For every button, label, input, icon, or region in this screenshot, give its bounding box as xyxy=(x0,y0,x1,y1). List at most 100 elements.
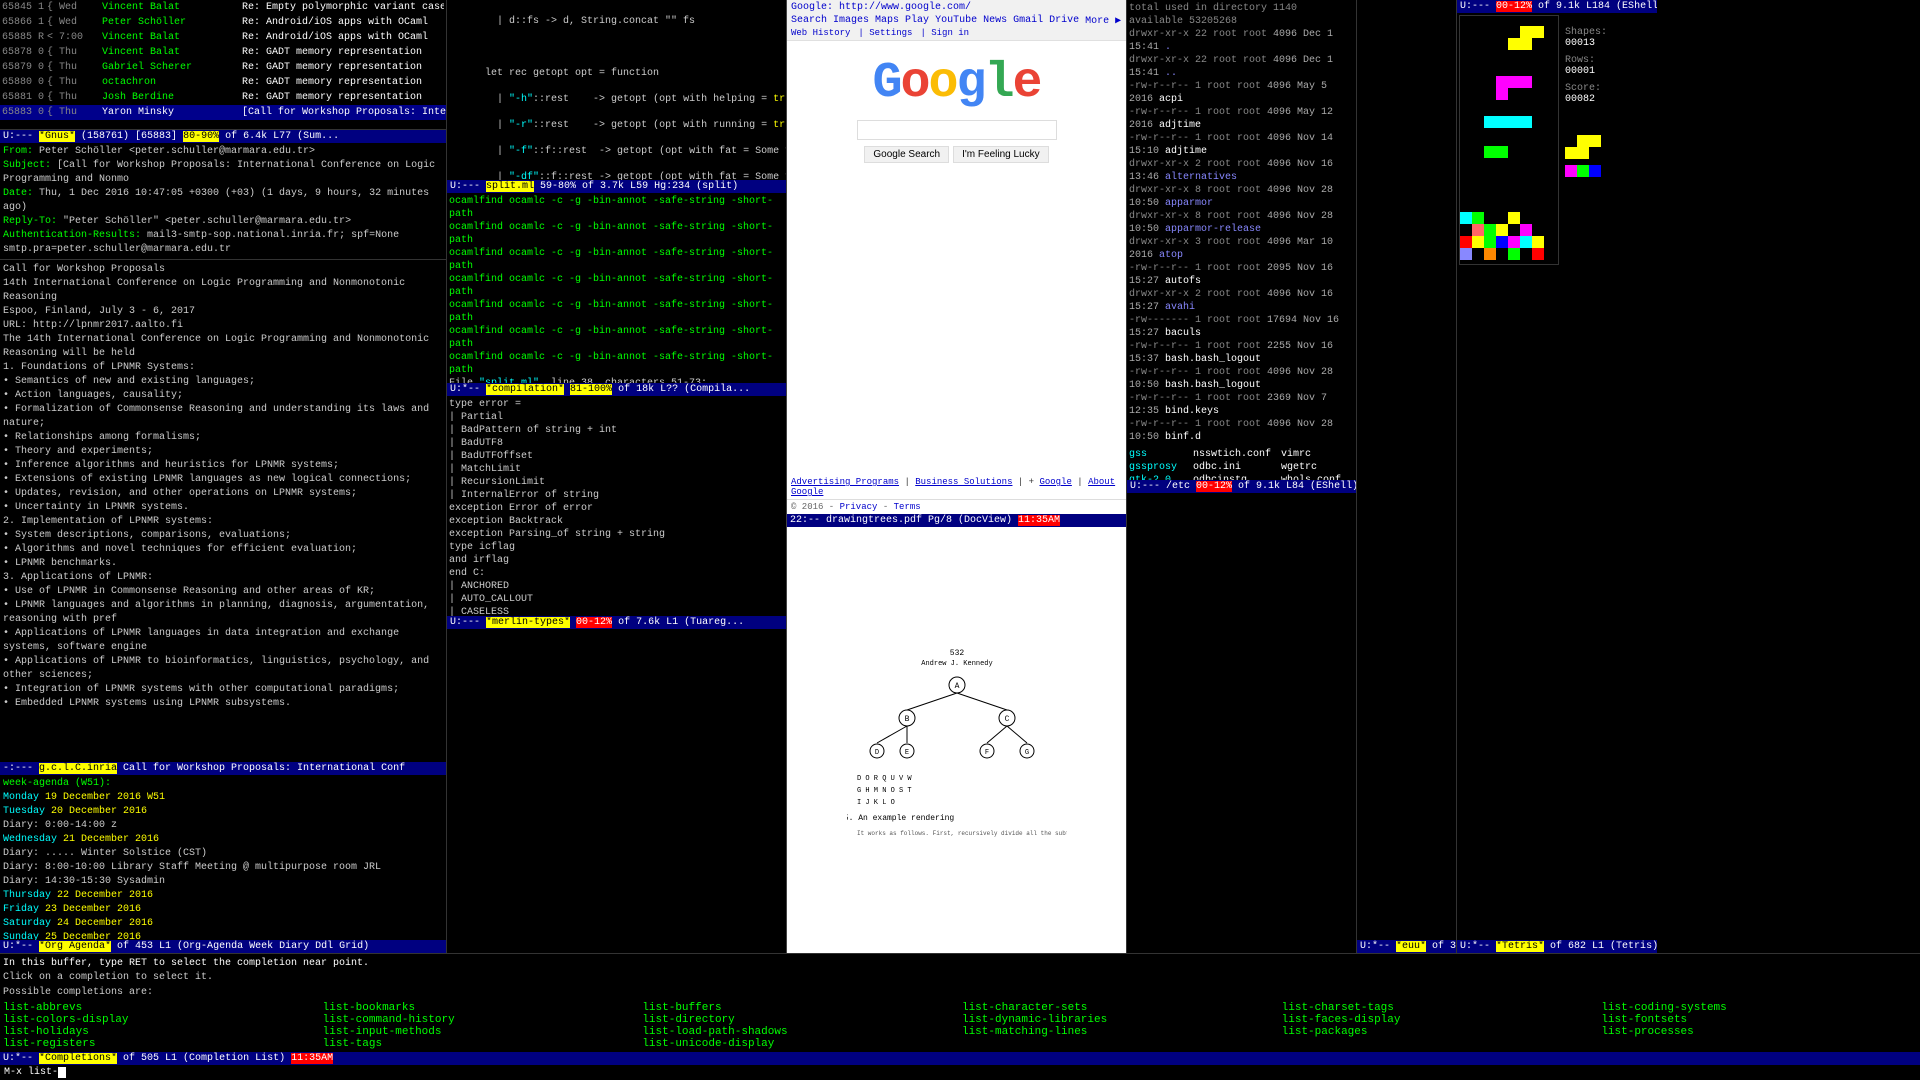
google-images-link[interactable]: Images xyxy=(833,15,869,27)
tetris-board xyxy=(1459,15,1559,265)
completion-item[interactable]: list-matching-lines xyxy=(962,1026,1278,1038)
euu-content xyxy=(1357,0,1456,940)
completion-click-hint: Click on a completion to select it. xyxy=(3,971,1917,985)
google-plus-link[interactable]: Google xyxy=(1039,477,1071,487)
completion-grid: list-abbrevs list-bookmarks list-buffers… xyxy=(0,1002,1920,1052)
completion-item[interactable]: list-input-methods xyxy=(323,1026,639,1038)
tetris-rows: 00001 xyxy=(1565,66,1637,77)
email-row[interactable]: 65881 0 { Thu Josh Berdine Re: GADT memo… xyxy=(0,90,446,105)
tetris-next-preview xyxy=(1565,115,1637,199)
google-settings-bar: Web History | Settings | Sign in xyxy=(791,27,1122,38)
google-maps-link[interactable]: Maps xyxy=(875,15,899,27)
email-row[interactable]: 65879 0 { Thu Gabriel Scherer Re: GADT m… xyxy=(0,60,446,75)
completion-item[interactable]: list-fontsets xyxy=(1601,1014,1917,1026)
completion-item[interactable]: list-charset-tags xyxy=(1282,1002,1598,1014)
svg-text:532: 532 xyxy=(949,649,964,658)
email-row[interactable]: 65845 1 { Wed Vincent Balat Re: Empty po… xyxy=(0,0,446,15)
main-area: 65845 1 { Wed Vincent Balat Re: Empty po… xyxy=(0,0,1920,953)
google-search-button[interactable]: Google Search xyxy=(864,146,949,163)
completion-item[interactable]: list-buffers xyxy=(642,1002,958,1014)
drawing-trees-svg: 532 Andrew J. Kennedy A B C xyxy=(847,640,1067,840)
completion-hint-text: In this buffer, type RET to select the c… xyxy=(3,957,1917,971)
tetris-shapes: 00013 xyxy=(1565,38,1637,49)
split-ml-code: | d::fs -> d, String.concat "" fs let re… xyxy=(447,0,786,180)
euu-modeline: U:*-- *euu* of 329 L14 (euu) 11:35PM xyxy=(1357,940,1456,953)
google-search-link[interactable]: Search xyxy=(791,15,827,27)
merlin-modeline: U:--- *merlin-types* 00-12% of 7.6k L1 (… xyxy=(447,616,786,629)
email-row-selected[interactable]: 65883 0 { Thu Yaron Minsky [Call for Wor… xyxy=(0,105,446,120)
google-more-link[interactable]: More ▶ xyxy=(1085,15,1121,27)
files-content: total used in directory 1140 available 5… xyxy=(1127,0,1356,480)
email-row[interactable]: 65878 0 { Thu Vincent Balat Re: GADT mem… xyxy=(0,45,446,60)
google-settings-link[interactable]: | Settings xyxy=(858,28,912,38)
google-search-input[interactable] xyxy=(857,120,1057,140)
completion-item[interactable]: list-registers xyxy=(3,1038,319,1050)
google-panel: Google: http://www.google.com/ Search Im… xyxy=(787,0,1127,953)
completion-item[interactable]: list-tags xyxy=(323,1038,639,1050)
google-web-history-link[interactable]: Web History xyxy=(791,28,850,38)
files-panel: total used in directory 1140 available 5… xyxy=(1127,0,1357,953)
email-list: 65845 1 { Wed Vincent Balat Re: Empty po… xyxy=(0,0,446,130)
google-footer: © 2016 - Privacy - Terms xyxy=(787,499,1126,514)
tetris-modeline: U:*-- *Tetris* of 682 L1 (Tetris) Text11… xyxy=(1457,940,1657,953)
svg-text:G H M N O S T: G H M N O S T xyxy=(857,787,912,795)
google-signin-link[interactable]: | Sign in xyxy=(920,28,969,38)
google-main-content: Google Google Search I'm Feeling Lucky xyxy=(787,41,1126,475)
completion-item[interactable]: list-dynamic-libraries xyxy=(962,1014,1278,1026)
svg-text:C: C xyxy=(1004,715,1009,724)
compilation-output: ocamlfind ocamlc -c -g -bin-annot -safe-… xyxy=(447,193,786,383)
google-terms-link[interactable]: Terms xyxy=(894,502,921,512)
google-url-bar: Google: http://www.google.com/ xyxy=(791,2,1122,13)
google-gmail-link[interactable]: Gmail xyxy=(1013,15,1043,27)
drawing-trees-content: 532 Andrew J. Kennedy A B C xyxy=(787,527,1126,953)
left-column: 65845 1 { Wed Vincent Balat Re: Empty po… xyxy=(0,0,447,953)
completion-hint-area: In this buffer, type RET to select the c… xyxy=(0,954,1920,1002)
merlin-types-content: type error = | Partial | BadPattern of s… xyxy=(447,396,786,616)
completion-item[interactable]: list-processes xyxy=(1601,1026,1917,1038)
email-modeline: U:--- *Gnus* (158761) [65883] 80-90% of … xyxy=(0,130,446,143)
completion-item[interactable]: list-colors-display xyxy=(3,1014,319,1026)
google-url-text: Google: http://www.google.com/ xyxy=(791,2,971,13)
google-nav-links: Search Images Maps Play YouTube News Gma… xyxy=(791,15,1122,27)
org-agenda-modeline: U:*-- *Org Agenda* of 453 L1 (Org-Agenda… xyxy=(0,940,446,953)
minibuffer: M-x list- xyxy=(0,1065,1920,1080)
tetris-score: 00082 xyxy=(1565,94,1637,105)
email-row[interactable]: 65885 R < 7:00 Vincent Balat Re: Android… xyxy=(0,30,446,45)
google-toolbar: Google: http://www.google.com/ Search Im… xyxy=(787,0,1126,41)
google-drive-link[interactable]: Drive xyxy=(1049,15,1079,27)
google-privacy-link[interactable]: Privacy xyxy=(840,502,878,512)
google-play-link[interactable]: Play xyxy=(905,15,929,27)
google-business-link[interactable]: Business Solutions xyxy=(915,477,1012,487)
google-advertising-link[interactable]: Advertising Programs xyxy=(791,477,899,487)
completion-item[interactable]: list-packages xyxy=(1282,1026,1598,1038)
completion-item[interactable]: list-directory xyxy=(642,1014,958,1026)
completion-item[interactable]: list-character-sets xyxy=(962,1002,1278,1014)
tetris-panel: U:--- 00-12% of 9.1k L184 (EShell) xyxy=(1457,0,1657,953)
split-ml-modeline: U:--- split.ml 59-80% of 3.7k L59 Hg:234… xyxy=(447,180,786,193)
tetris-top-modeline: U:--- 00-12% of 9.1k L184 (EShell) xyxy=(1457,0,1657,13)
completion-item[interactable]: list-load-path-shadows xyxy=(642,1026,958,1038)
tetris-game-area: Shapes: 00013 Rows: 00001 Score: 00082 xyxy=(1457,13,1657,940)
completion-item[interactable]: list-abbrevs xyxy=(3,1002,319,1014)
completion-item[interactable]: list-coding-systems xyxy=(1601,1002,1917,1014)
svg-text:G: G xyxy=(1024,749,1028,757)
completion-item[interactable]: list-unicode-display xyxy=(642,1038,958,1050)
completion-item[interactable]: list-command-history xyxy=(323,1014,639,1026)
right-top: Google: http://www.google.com/ Search Im… xyxy=(787,0,1920,953)
email-row[interactable]: 65880 0 { Thu octachron Re: GADT memory … xyxy=(0,75,446,90)
completion-item[interactable]: list-bookmarks xyxy=(323,1002,639,1014)
google-youtube-link[interactable]: YouTube xyxy=(935,15,977,27)
google-lucky-button[interactable]: I'm Feeling Lucky xyxy=(953,146,1049,163)
google-news-link[interactable]: News xyxy=(983,15,1007,27)
completion-item[interactable]: list-faces-display xyxy=(1282,1014,1598,1026)
files-modeline: U:--- /etc 00-12% of 9.1k L84 (EShell) xyxy=(1127,480,1356,493)
email-row[interactable]: 65866 1 { Wed Peter Schöller Re: Android… xyxy=(0,15,446,30)
euu-panel: U:*-- *euu* of 329 L14 (euu) 11:35PM xyxy=(1357,0,1457,953)
cursor xyxy=(58,1067,66,1078)
svg-text:A: A xyxy=(954,682,959,691)
tetris-svg xyxy=(1460,16,1560,266)
svg-text:B: B xyxy=(904,715,909,724)
agenda-content: week-agenda (W51): Monday 19 December 20… xyxy=(0,775,446,940)
completion-item[interactable]: list-holidays xyxy=(3,1026,319,1038)
svg-text:D O R Q U V W: D O R Q U V W xyxy=(857,775,912,783)
